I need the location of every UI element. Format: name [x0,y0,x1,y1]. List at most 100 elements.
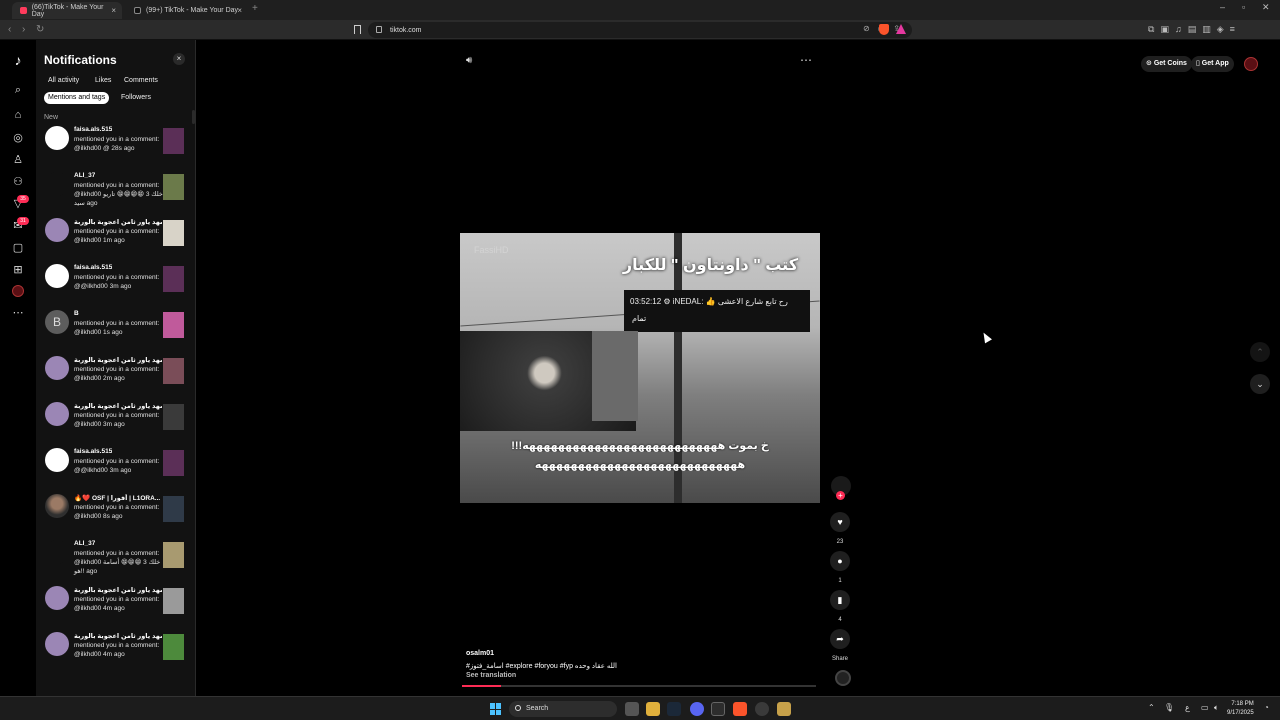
close-icon[interactable]: × [173,53,185,65]
notification-username[interactable]: B [74,310,79,317]
filter-comments[interactable]: Comments [120,75,162,87]
profile-avatar[interactable] [12,285,24,297]
video-progress-bar[interactable] [462,685,816,687]
notification-username[interactable]: شهد ياور ثامن اعجوبة بالوربة [74,586,162,594]
video-thumbnail[interactable] [163,266,184,292]
search-icon[interactable]: ⌕ [10,82,26,98]
video-thumbnail[interactable] [163,404,184,430]
taskbar-search[interactable]: Search [509,701,617,717]
video-thumbnail[interactable] [163,128,184,154]
filter-all-activity[interactable]: All activity [44,75,83,87]
avatar[interactable] [45,126,69,150]
notification-username[interactable]: شهد ياور ثامن اعجوبة بالوربة [74,402,162,410]
brave-rewards-icon[interactable] [896,24,906,34]
discord-icon[interactable] [690,702,704,716]
notification-item[interactable]: 🔥❤️ OSF | أفورا | L1ORA... mentioned you … [44,494,188,538]
notification-item[interactable]: faisa.als.515 mentioned you in a comment:… [44,264,188,308]
video-thumbnail[interactable] [163,450,184,476]
follow-plus-icon[interactable]: + [836,491,845,500]
share-button[interactable]: ➦ Share [829,629,851,662]
forward-icon[interactable]: › [22,24,25,35]
avatar[interactable] [45,172,69,196]
notification-item[interactable]: شهد ياور ثامن اعجوبة بالوربة mentioned yo… [44,402,188,446]
avatar[interactable] [45,632,69,656]
like-button[interactable]: ♥ 23 [829,512,851,545]
video-thumbnail[interactable] [163,496,184,522]
see-translation-link[interactable]: See translation [466,672,516,679]
avatar[interactable] [45,218,69,242]
volume-icon[interactable]: 🔊︎ [466,55,472,66]
notification-username[interactable]: faisa.als.515 [74,264,112,271]
chrome-icon[interactable] [755,702,769,716]
media-icon[interactable]: ♫ [1175,24,1182,35]
avatar[interactable] [45,264,69,288]
video-thumbnail[interactable] [163,542,184,568]
filter-mentions-and-tags[interactable]: Mentions and tags [44,92,110,104]
minimize-icon[interactable]: – [1220,2,1225,12]
save-button[interactable]: ▮ 4 [829,590,851,623]
avatar[interactable] [45,494,69,518]
notification-username[interactable]: ALI_37 [74,172,95,179]
video-thumbnail[interactable] [163,312,184,338]
notification-username[interactable]: faisa.als.515 [74,448,112,455]
tiktok-logo-icon[interactable]: ♪ [10,52,26,68]
extensions-icon[interactable]: ⧉ [1148,24,1154,35]
notification-item[interactable]: faisa.als.515 mentioned you in a comment:… [44,126,188,170]
profile-avatar-top[interactable] [1244,57,1258,71]
reload-icon[interactable]: ↻ [36,24,44,35]
avatar[interactable] [45,402,69,426]
steam-icon[interactable] [667,702,681,716]
notification-item[interactable]: ALI_37 mentioned you in a comment: @ilkhd… [44,540,188,584]
wallet-icon[interactable]: ▣ [1160,24,1169,35]
task-view-icon[interactable] [625,702,639,716]
notification-item[interactable]: شهد ياور ثامن اعجوبة بالوربة mentioned yo… [44,218,188,262]
filter-likes[interactable]: Likes [91,75,115,87]
file-explorer-icon[interactable] [646,702,660,716]
reading-list-icon[interactable]: ▥ [1202,24,1211,35]
brave-shields-icon[interactable] [879,24,889,35]
creator-username[interactable]: osalm01 [466,650,494,657]
tab-tiktok-1[interactable]: (66)TikTok - Make Your Day × [12,2,122,19]
back-icon[interactable]: ‹ [8,24,11,35]
avatar[interactable]: B [45,310,69,334]
bookmark-icon[interactable] [354,25,361,34]
video-thumbnail[interactable] [163,220,184,246]
get-coins-button[interactable]: ⊙ Get Coins [1141,56,1192,72]
notification-username[interactable]: شهد ياور ثامن اعجوبة بالوربة [74,356,162,364]
notification-item[interactable]: faisa.als.515 mentioned you in a comment:… [44,448,188,492]
avatar[interactable] [45,448,69,472]
notification-item[interactable]: شهد ياور ثامن اعجوبة بالوربة mentioned yo… [44,632,188,676]
notification-username[interactable]: faisa.als.515 [74,126,112,133]
site-info-icon[interactable] [376,26,382,33]
vpn-icon[interactable]: ◈ [1217,24,1224,35]
tab-close-icon[interactable]: × [237,6,242,15]
notification-item[interactable]: B Bmentioned you in a comment: @ilkhd00 1… [44,310,188,354]
live-icon[interactable]: ▢ [10,240,26,256]
notification-item[interactable]: ALI_37 mentioned you in a comment: @ilkhd… [44,172,188,216]
url-field[interactable]: tiktok.com [368,22,912,38]
filter-followers[interactable]: Followers [117,92,155,104]
maximize-icon[interactable]: ▫ [1242,2,1245,12]
menu-icon[interactable]: ≡ [1230,24,1235,35]
notification-item[interactable]: شهد ياور ثامن اعجوبة بالوربة mentioned yo… [44,356,188,400]
window-close-icon[interactable]: ✕ [1262,2,1270,13]
music-disc-icon[interactable] [835,670,851,686]
tab-tiktok-2[interactable]: (99+) TikTok - Make Your Day × [126,2,248,19]
notification-username[interactable]: شهد ياور ثامن اعجوبة بالوربة [74,632,162,640]
notification-item[interactable]: شهد ياور ثامن اعجوبة بالوربة mentioned yo… [44,586,188,630]
more-icon[interactable]: ⋯ [10,305,26,321]
speaker-icon[interactable]: 🔈︎ [1214,703,1219,713]
video-thumbnail[interactable] [163,358,184,384]
avatar[interactable] [45,540,69,564]
app-icon[interactable] [777,702,791,716]
brave-browser-icon[interactable] [733,702,747,716]
notification-username[interactable]: شهد ياور ثامن اعجوبة بالوربة [74,218,162,226]
avatar[interactable] [45,356,69,380]
xbox-icon[interactable] [711,702,725,716]
explore-icon[interactable]: ◎ [10,130,26,146]
taskbar-clock[interactable]: 7:18 PM 9/17/2025 [1227,700,1254,718]
avatar[interactable] [45,586,69,610]
upload-icon[interactable]: ⊞ [10,262,26,278]
video-thumbnail[interactable] [163,634,184,660]
tab-close-icon[interactable]: × [111,6,116,15]
